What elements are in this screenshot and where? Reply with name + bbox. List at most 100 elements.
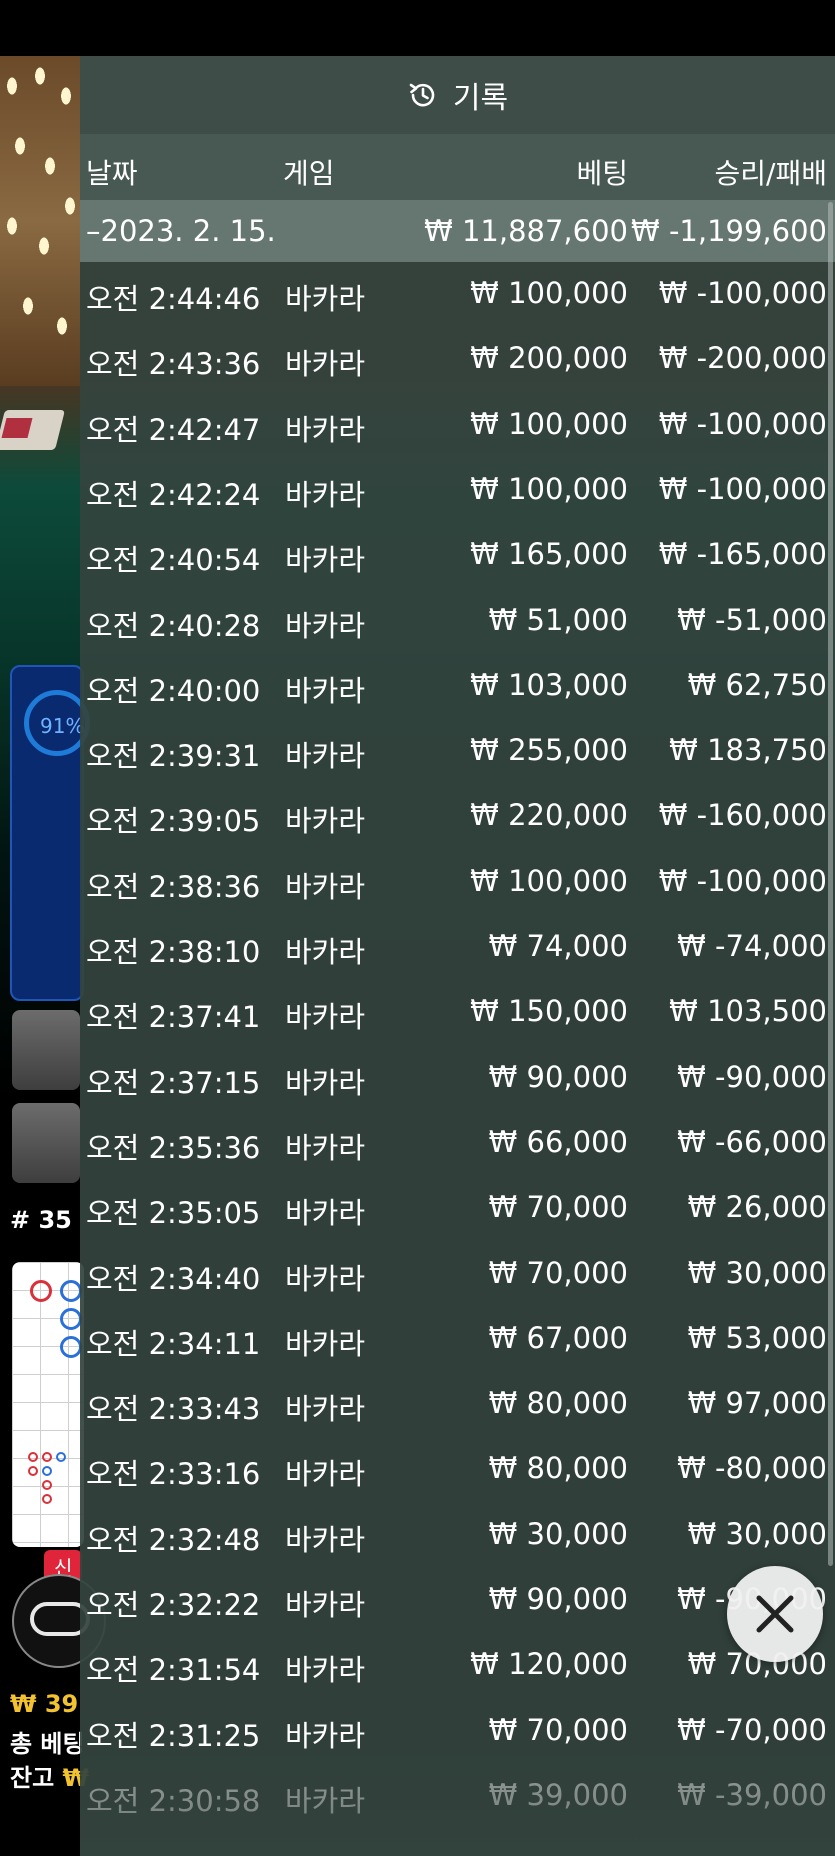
row-time: 오전 2:35:36 xyxy=(86,1130,261,1165)
row-bet: ₩ 80,000 xyxy=(488,1386,628,1421)
percent-text: 91% xyxy=(40,714,85,738)
history-panel[interactable]: 기록 날짜 게임 베팅 승리/패배 –2023. 2. 15. ₩ 11,887… xyxy=(80,56,835,1856)
history-row[interactable]: 오전 2:31:25 바카라 ₩ 70,000 ₩ -70,000 xyxy=(80,1699,835,1764)
column-game: 게임 xyxy=(283,157,335,190)
balance-label: 잔고 xyxy=(10,1764,55,1792)
column-date: 날짜 xyxy=(86,157,138,190)
history-row[interactable]: 오전 2:38:10 바카라 ₩ 74,000 ₩ -74,000 xyxy=(80,915,835,980)
history-row[interactable]: 오전 2:40:54 바카라 ₩ 165,000 ₩ -165,000 xyxy=(80,523,835,588)
row-game: 바카라 xyxy=(285,477,366,512)
history-row[interactable]: 오전 2:39:31 바카라 ₩ 255,000 ₩ 183,750 xyxy=(80,719,835,784)
screen: 91% # 35 신 ₩ 39 총 베팅 잔고 ₩ 기록 날짜 게임 베팅 승리… xyxy=(0,0,835,1856)
row-bet: ₩ 255,000 xyxy=(470,733,628,768)
history-row[interactable]: 오전 2:37:15 바카라 ₩ 90,000 ₩ -90,000 xyxy=(80,1046,835,1111)
card-shoe-cards xyxy=(1,418,33,438)
history-row[interactable]: 오전 2:38:36 바카라 ₩ 100,000 ₩ -100,000 xyxy=(80,850,835,915)
row-result: ₩ -200,000 xyxy=(658,341,827,376)
date-group-row[interactable]: –2023. 2. 15. ₩ 11,887,600 ₩ -1,199,600 xyxy=(80,200,835,262)
row-result: ₩ 26,000 xyxy=(687,1190,827,1225)
history-row[interactable]: 오전 2:34:11 바카라 ₩ 67,000 ₩ 53,000 xyxy=(80,1307,835,1372)
history-row[interactable]: 오전 2:32:48 바카라 ₩ 30,000 ₩ 30,000 xyxy=(80,1503,835,1568)
history-row[interactable]: 오전 2:31:54 바카라 ₩ 120,000 ₩ 70,000 xyxy=(80,1633,835,1698)
history-row[interactable]: 오전 2:40:28 바카라 ₩ 51,000 ₩ -51,000 xyxy=(80,589,835,654)
row-time: 오전 2:39:05 xyxy=(86,804,261,839)
history-row[interactable]: 오전 2:43:36 바카라 ₩ 200,000 ₩ -200,000 xyxy=(80,327,835,392)
row-game: 바카라 xyxy=(285,869,366,904)
player-balance-line: ₩ 39 xyxy=(10,1690,78,1718)
row-game: 바카라 xyxy=(285,1522,366,1557)
row-game: 바카라 xyxy=(285,1000,366,1035)
row-bet: ₩ 150,000 xyxy=(470,994,628,1029)
close-icon xyxy=(756,1595,794,1633)
row-time: 오전 2:33:16 xyxy=(86,1457,261,1492)
balance-line: 잔고 ₩ xyxy=(10,1758,89,1793)
history-row[interactable]: 오전 2:37:41 바카라 ₩ 150,000 ₩ 103,500 xyxy=(80,980,835,1045)
history-row[interactable]: 오전 2:39:05 바카라 ₩ 220,000 ₩ -160,000 xyxy=(80,784,835,849)
history-row[interactable]: 오전 2:35:36 바카라 ₩ 66,000 ₩ -66,000 xyxy=(80,1111,835,1176)
row-time: 오전 2:37:41 xyxy=(86,1000,261,1035)
row-time: 오전 2:42:24 xyxy=(86,477,261,512)
row-game: 바카라 xyxy=(285,1783,366,1818)
total-bet-label: 총 베팅 xyxy=(10,1730,85,1758)
history-row[interactable]: 오전 2:40:00 바카라 ₩ 103,000 ₩ 62,750 xyxy=(80,654,835,719)
row-game: 바카라 xyxy=(285,543,366,578)
bet-button-2[interactable] xyxy=(12,1103,80,1183)
row-bet: ₩ 70,000 xyxy=(488,1712,628,1747)
row-result: ₩ 53,000 xyxy=(687,1320,827,1355)
row-time: 오전 2:30:58 xyxy=(86,1783,261,1818)
road-mark xyxy=(56,1452,66,1462)
balance-amount: ₩ 39 xyxy=(10,1690,79,1718)
row-game: 바카라 xyxy=(285,1392,366,1427)
history-row[interactable]: 오전 2:30:58 바카라 ₩ 39,000 ₩ -39,000 xyxy=(80,1764,835,1829)
road-board[interactable] xyxy=(12,1262,84,1547)
history-row[interactable]: 오전 2:42:47 바카라 ₩ 100,000 ₩ -100,000 xyxy=(80,393,835,458)
row-game: 바카라 xyxy=(285,673,366,708)
row-result: ₩ -90,000 xyxy=(677,1059,827,1094)
date-group-total-result: ₩ -1,199,600 xyxy=(631,214,827,248)
bet-button-1[interactable] xyxy=(12,1010,80,1090)
road-mark xyxy=(30,1280,52,1302)
row-bet: ₩ 39,000 xyxy=(488,1777,628,1812)
scrollbar[interactable] xyxy=(828,202,833,1566)
history-row[interactable]: 오전 2:44:46 바카라 ₩ 100,000 ₩ -100,000 xyxy=(80,262,835,327)
row-bet: ₩ 66,000 xyxy=(488,1124,628,1159)
history-row[interactable]: 오전 2:32:22바카라₩ 90,000₩ -90,000 xyxy=(80,1568,835,1633)
row-game: 바카라 xyxy=(285,347,366,382)
row-time: 오전 2:44:46 xyxy=(86,282,261,316)
history-row[interactable]: 오전 2:34:40 바카라 ₩ 70,000 ₩ 30,000 xyxy=(80,1242,835,1307)
row-bet: ₩ 100,000 xyxy=(470,406,628,441)
row-game: 바카라 xyxy=(285,412,366,447)
row-result: ₩ -100,000 xyxy=(658,276,827,310)
row-result: ₩ -74,000 xyxy=(677,929,827,963)
row-result: ₩ -70,000 xyxy=(677,1712,827,1747)
row-bet: ₩ 100,000 xyxy=(470,863,628,898)
row-game: 바카라 xyxy=(285,1196,366,1231)
row-bet: ₩ 90,000 xyxy=(488,1059,628,1094)
row-time: 오전 2:43:36 xyxy=(86,347,261,382)
row-result: ₩ 62,750 xyxy=(687,667,827,702)
row-bet: ₩ 200,000 xyxy=(470,341,628,376)
row-result: ₩ -80,000 xyxy=(677,1451,827,1486)
row-result: ₩ 97,000 xyxy=(687,1386,827,1421)
road-mark xyxy=(42,1494,52,1504)
row-bet: ₩ 165,000 xyxy=(470,537,628,572)
row-result: ₩ -51,000 xyxy=(677,602,827,637)
row-time: 오전 2:38:36 xyxy=(86,869,261,904)
row-bet: ₩ 120,000 xyxy=(470,1647,628,1682)
road-mark xyxy=(60,1280,82,1302)
close-button[interactable] xyxy=(727,1566,823,1662)
total-bet-line: 총 베팅 xyxy=(10,1724,85,1759)
history-row[interactable]: 오전 2:42:24 바카라 ₩ 100,000 ₩ -100,000 xyxy=(80,458,835,523)
row-time: 오전 2:32:48 xyxy=(86,1522,261,1557)
history-row[interactable]: 오전 2:33:16 바카라 ₩ 80,000 ₩ -80,000 xyxy=(80,1437,835,1502)
row-bet: ₩ 70,000 xyxy=(488,1190,628,1225)
row-time: 오전 2:38:10 xyxy=(86,935,261,969)
row-bet: ₩ 51,000 xyxy=(488,602,628,637)
history-row[interactable]: 오전 2:33:43 바카라 ₩ 80,000 ₩ 97,000 xyxy=(80,1372,835,1437)
row-game: 바카라 xyxy=(285,935,366,969)
row-game: 바카라 xyxy=(285,804,366,839)
row-result: ₩ -66,000 xyxy=(677,1124,827,1159)
date-group-total-bet: ₩ 11,887,600 xyxy=(424,214,628,248)
history-row[interactable]: 오전 2:35:05 바카라 ₩ 70,000 ₩ 26,000 xyxy=(80,1176,835,1241)
row-game: 바카라 xyxy=(285,1261,366,1296)
